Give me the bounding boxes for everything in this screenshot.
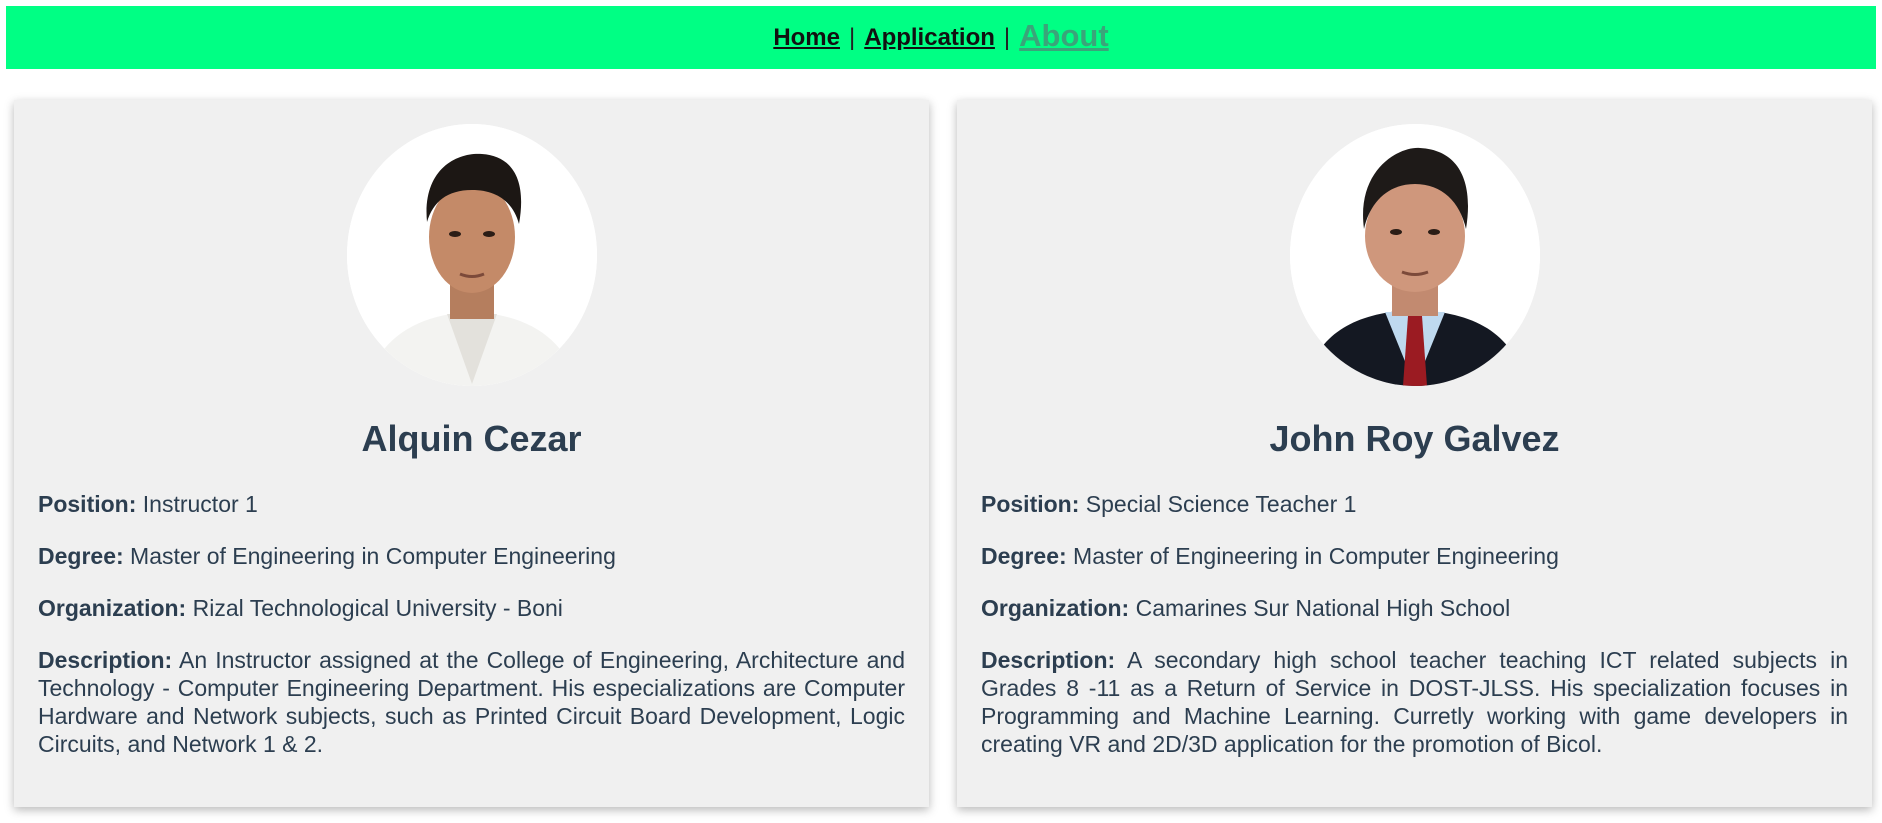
position-label: Position:: [38, 491, 137, 517]
nav-link-about[interactable]: About: [1019, 18, 1109, 54]
degree-label: Degree:: [38, 543, 124, 569]
nav-link-home[interactable]: Home: [773, 24, 840, 52]
position-row: Position: Instructor 1: [38, 490, 905, 518]
member-name: Alquin Cezar: [361, 418, 582, 459]
organization-row: Organization: Camarines Sur National Hig…: [981, 594, 1848, 622]
avatar: [1289, 124, 1540, 386]
description-row: Description: A secondary high school tea…: [981, 646, 1848, 758]
member-name: John Roy Galvez: [1269, 418, 1560, 459]
person-photo-icon: [1289, 124, 1540, 386]
nav-link-application[interactable]: Application: [864, 24, 995, 52]
nav-separator: |: [1003, 23, 1011, 51]
degree-value: Master of Engineering in Computer Engine…: [1073, 543, 1559, 569]
avatar: [346, 124, 597, 386]
position-row: Position: Special Science Teacher 1: [981, 490, 1848, 518]
degree-row: Degree: Master of Engineering in Compute…: [981, 542, 1848, 570]
degree-label: Degree:: [981, 543, 1067, 569]
organization-row: Organization: Rizal Technological Univer…: [38, 594, 905, 622]
position-value: Instructor 1: [142, 491, 258, 517]
description-label: Description:: [38, 647, 173, 673]
description-row: Description: An Instructor assigned at t…: [38, 646, 905, 758]
degree-value: Master of Engineering in Computer Engine…: [130, 543, 616, 569]
degree-row: Degree: Master of Engineering in Compute…: [38, 542, 905, 570]
position-label: Position:: [981, 491, 1080, 517]
organization-value: Camarines Sur National High School: [1135, 595, 1511, 621]
position-value: Special Science Teacher 1: [1085, 491, 1357, 517]
member-info: Position: Instructor 1 Degree: Master of…: [38, 490, 905, 758]
profile-card: John Roy Galvez Position: Special Scienc…: [957, 100, 1872, 807]
organization-value: Rizal Technological University - Boni: [192, 595, 563, 621]
nav-separator: |: [849, 23, 856, 51]
top-navbar: Home | Application | About: [6, 6, 1876, 69]
profile-card: Alquin Cezar Position: Instructor 1 Degr…: [14, 100, 929, 807]
description-label: Description:: [981, 647, 1116, 673]
member-info: Position: Special Science Teacher 1 Degr…: [981, 490, 1848, 758]
organization-label: Organization:: [38, 595, 187, 621]
person-photo-icon: [346, 124, 597, 386]
organization-label: Organization:: [981, 595, 1130, 621]
